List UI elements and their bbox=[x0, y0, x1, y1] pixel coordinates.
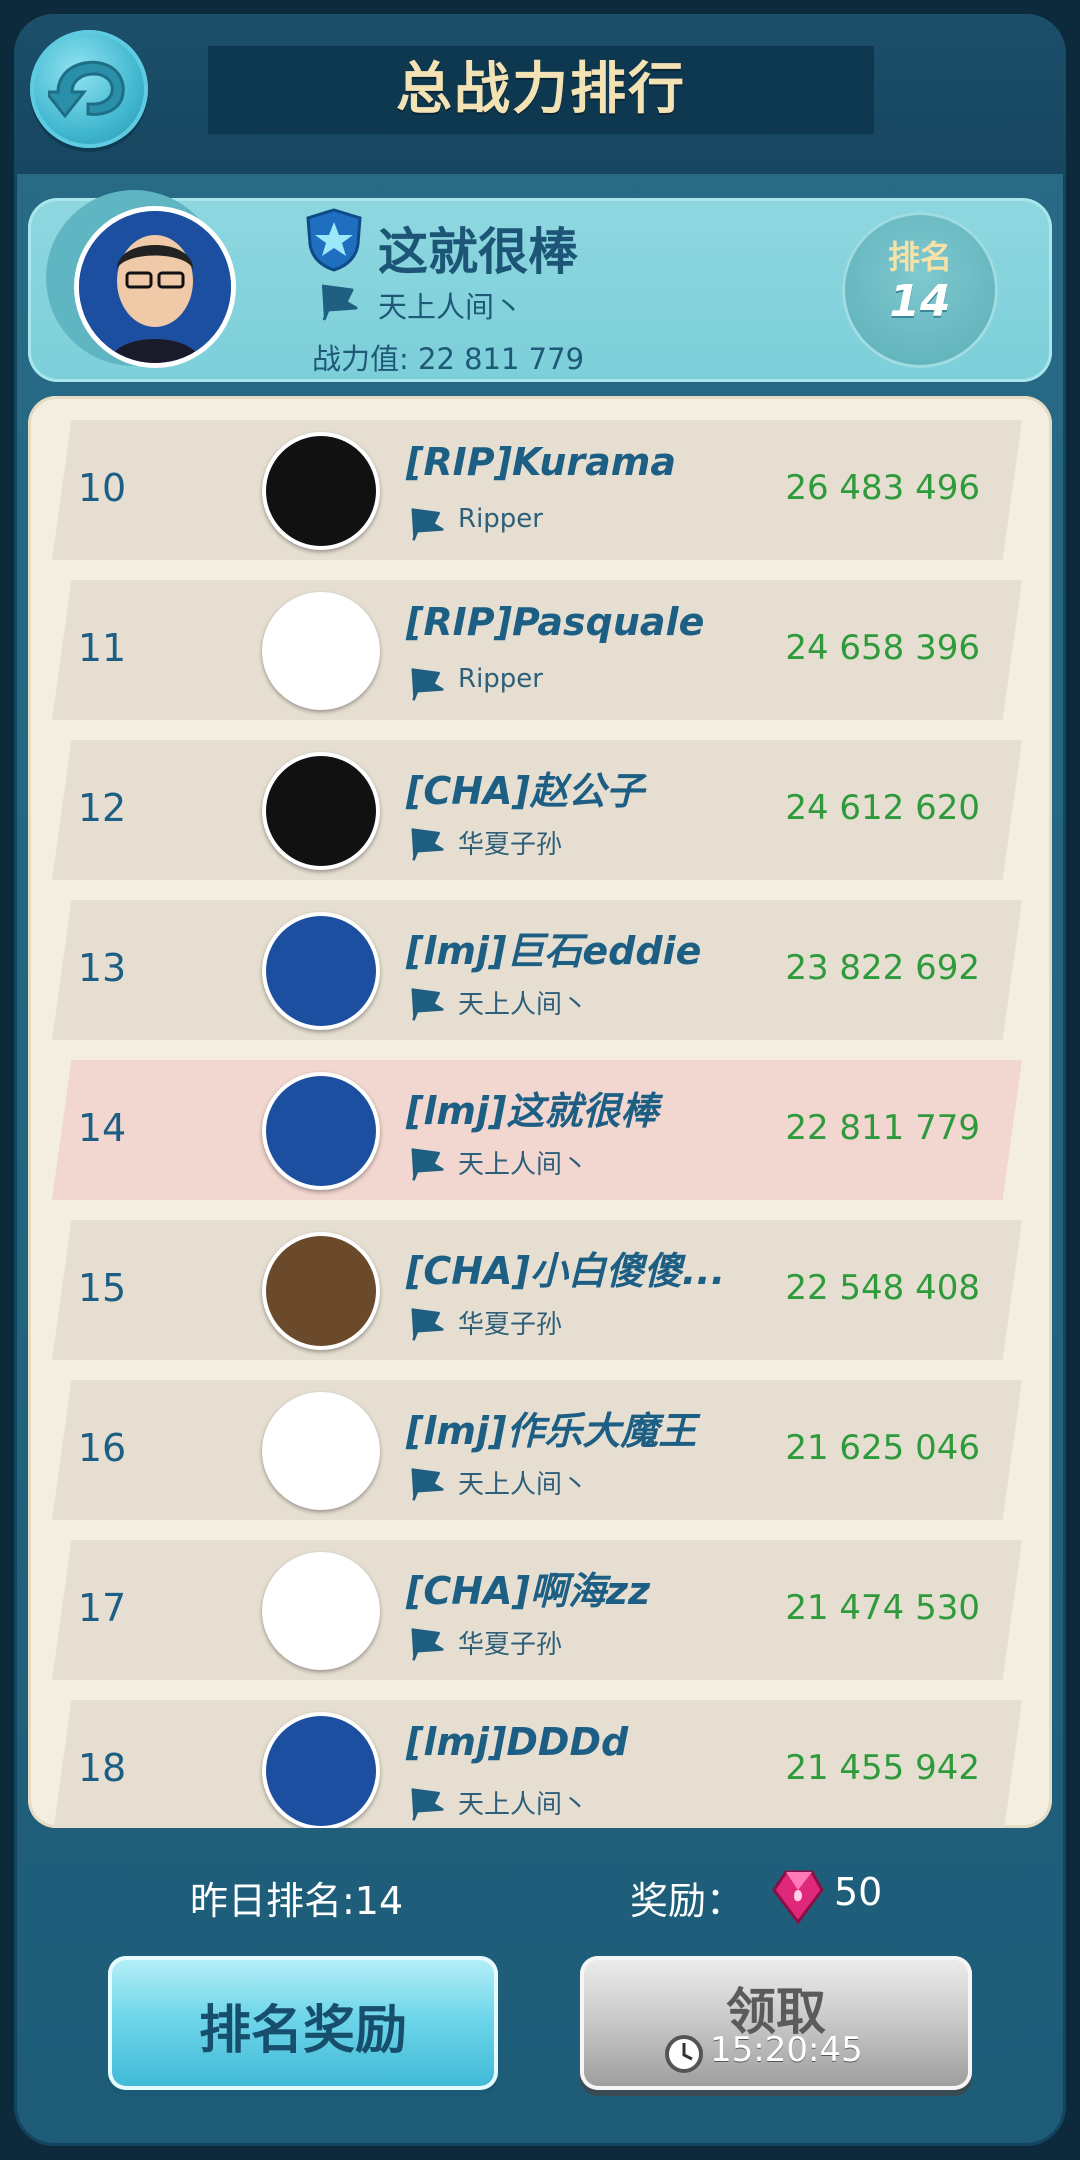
row-guild: 天上人间丶 bbox=[458, 1470, 589, 1500]
row-power: 26 483 496 bbox=[785, 468, 980, 508]
row-power: 22 811 779 bbox=[785, 1108, 980, 1148]
row-power: 22 548 408 bbox=[785, 1268, 980, 1308]
row-guild: 天上人间丶 bbox=[458, 990, 589, 1020]
row-rank: 11 bbox=[77, 626, 127, 670]
guild-flag-icon bbox=[316, 282, 360, 326]
reward-label: 奖励： bbox=[630, 1879, 745, 1923]
row-guild: 华夏子孙 bbox=[458, 830, 563, 860]
row-guild: 华夏子孙 bbox=[458, 1310, 563, 1340]
my-power: 战力值: 22 811 779 bbox=[312, 342, 585, 376]
clock-icon bbox=[664, 2034, 704, 2078]
row-avatar[interactable] bbox=[262, 1232, 380, 1350]
guild-flag-icon bbox=[406, 826, 446, 866]
row-player-name: [CHA]赵公子 bbox=[406, 769, 644, 813]
row-rank: 13 bbox=[77, 946, 127, 990]
my-avatar[interactable] bbox=[74, 206, 236, 368]
row-guild: Ripper bbox=[458, 664, 543, 694]
row-avatar[interactable] bbox=[262, 912, 380, 1030]
guild-flag-icon bbox=[406, 506, 446, 546]
row-guild: 华夏子孙 bbox=[458, 1630, 563, 1660]
yesterday-rank: 昨日排名:14 bbox=[190, 1879, 404, 1923]
row-player-name: [lmj]DDDd bbox=[406, 1720, 629, 1764]
vip-shield-icon bbox=[304, 208, 364, 276]
row-avatar[interactable] bbox=[262, 592, 380, 710]
page-title: 总战力排行 bbox=[396, 57, 686, 122]
rank-value: 14 bbox=[889, 276, 951, 327]
row-player-name: [lmj]巨石eddie bbox=[406, 929, 702, 973]
guild-flag-icon bbox=[406, 1786, 446, 1826]
row-guild: 天上人间丶 bbox=[458, 1790, 589, 1820]
row-avatar[interactable] bbox=[262, 1552, 380, 1670]
gem-icon bbox=[772, 1868, 824, 1928]
guild-flag-icon bbox=[406, 666, 446, 706]
row-power: 21 455 942 bbox=[785, 1748, 980, 1788]
row-player-name: [RIP]Kurama bbox=[406, 440, 677, 484]
row-avatar[interactable] bbox=[262, 1072, 380, 1190]
row-power: 21 625 046 bbox=[785, 1428, 980, 1468]
guild-flag-icon bbox=[406, 1466, 446, 1506]
row-avatar[interactable] bbox=[262, 752, 380, 870]
row-power: 24 658 396 bbox=[785, 628, 980, 668]
row-player-name: [CHA]小白傻傻... bbox=[406, 1249, 726, 1293]
row-rank: 15 bbox=[77, 1266, 127, 1310]
guild-flag-icon bbox=[406, 1146, 446, 1186]
row-rank: 17 bbox=[77, 1586, 127, 1630]
row-player-name: [RIP]Pasquale bbox=[406, 600, 705, 644]
claim-timer: 15:20:45 bbox=[710, 2030, 863, 2070]
row-power: 21 474 530 bbox=[785, 1588, 980, 1628]
row-rank: 10 bbox=[77, 466, 127, 510]
row-power: 23 822 692 bbox=[785, 948, 980, 988]
row-avatar[interactable] bbox=[262, 1712, 380, 1828]
row-power: 24 612 620 bbox=[785, 788, 980, 828]
rank-reward-button-label[interactable]: 排名奖励 bbox=[108, 1988, 498, 2063]
row-rank: 12 bbox=[77, 786, 127, 830]
my-name: 这就很棒 bbox=[378, 223, 578, 281]
my-guild: 天上人间丶 bbox=[378, 290, 524, 324]
row-rank: 18 bbox=[77, 1746, 127, 1790]
row-avatar[interactable] bbox=[262, 1392, 380, 1510]
reward-amount: 50 bbox=[834, 1870, 883, 1914]
row-player-name: [lmj]这就很棒 bbox=[406, 1089, 659, 1133]
leaderboard-list[interactable]: 10 [RIP]Kurama Ripper 26 483 496 11 [RIP]Pasq… bbox=[28, 396, 1052, 1828]
guild-flag-icon bbox=[406, 1626, 446, 1666]
row-avatar[interactable] bbox=[262, 432, 380, 550]
row-player-name: [CHA]啊海zz bbox=[406, 1569, 651, 1613]
row-rank: 16 bbox=[77, 1426, 127, 1470]
row-guild: 天上人间丶 bbox=[458, 1150, 589, 1180]
back-arrow-icon bbox=[48, 60, 125, 119]
back-button[interactable] bbox=[30, 30, 148, 148]
row-rank: 14 bbox=[77, 1106, 127, 1150]
guild-flag-icon bbox=[406, 1306, 446, 1346]
rank-label: 排名 bbox=[887, 238, 952, 276]
guild-flag-icon bbox=[406, 986, 446, 1026]
row-player-name: [lmj]作乐大魔王 bbox=[406, 1409, 697, 1453]
row-guild: Ripper bbox=[458, 504, 543, 534]
